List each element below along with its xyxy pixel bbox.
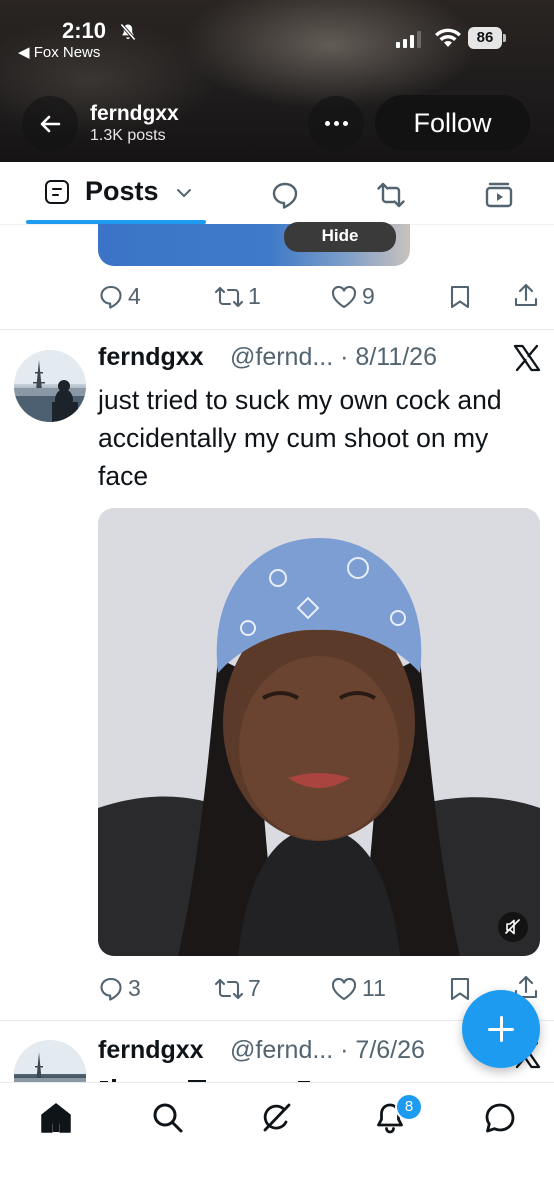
- battery-indicator: 86: [468, 27, 508, 49]
- more-options-button[interactable]: [308, 96, 364, 152]
- tweet-text: just tried to suck my own cock and accid…: [98, 385, 502, 491]
- tab-replies[interactable]: [270, 180, 300, 210]
- cellular-signal-icon: [396, 31, 421, 48]
- messages-icon[interactable]: [482, 1100, 518, 1136]
- search-icon[interactable]: [150, 1100, 186, 1136]
- avatar[interactable]: [14, 350, 86, 422]
- like-button[interactable]: 11: [330, 975, 386, 1002]
- next-tweet-text-cutoff: [98, 1074, 398, 1082]
- tab-reposts[interactable]: [376, 180, 406, 210]
- chevron-down-icon[interactable]: [176, 187, 192, 199]
- prev-like-count: 9: [362, 283, 375, 309]
- avatar[interactable]: [14, 1040, 86, 1084]
- profile-name: ferndgxx: [90, 102, 179, 125]
- bookmark-icon[interactable]: [448, 284, 472, 310]
- posts-icon: [45, 180, 69, 204]
- tweet-author-name[interactable]: ferndgxx: [98, 343, 204, 372]
- prev-reply-count: 4: [128, 283, 141, 309]
- wifi-icon: [435, 28, 461, 47]
- share-icon[interactable]: [512, 282, 540, 310]
- prev-repost-button[interactable]: 1: [214, 283, 261, 310]
- bell-slash-icon: [120, 23, 136, 41]
- tweet-video[interactable]: [98, 508, 540, 956]
- tweet-handle-date[interactable]: @fernd... · 8/11/26: [230, 343, 437, 372]
- profile-posts-count: 1.3K posts: [90, 127, 166, 144]
- next-tweet-author-name[interactable]: ferndgxx: [98, 1036, 204, 1065]
- grok-icon[interactable]: [258, 1100, 294, 1136]
- heart-icon: [331, 977, 357, 1000]
- reply-button[interactable]: 3: [98, 975, 141, 1002]
- more-icon: [325, 121, 330, 126]
- compose-button[interactable]: [462, 990, 540, 1068]
- heart-icon: [331, 285, 357, 308]
- reply-count: 3: [128, 975, 141, 1001]
- bookmark-icon[interactable]: [448, 976, 472, 1002]
- back-to-app-link[interactable]: ◀ Fox News: [18, 43, 100, 61]
- repost-icon: [214, 978, 244, 999]
- back-arrow-icon: [40, 115, 61, 133]
- like-count: 11: [362, 975, 386, 1001]
- home-icon[interactable]: [38, 1100, 74, 1136]
- tab-posts-label: Posts: [85, 176, 159, 206]
- tab-media[interactable]: [484, 180, 514, 210]
- x-logo-icon: [513, 344, 541, 372]
- next-tweet-handle-date[interactable]: @fernd... · 7/6/26: [230, 1036, 425, 1065]
- muted-speaker-icon: [505, 919, 520, 935]
- repost-button[interactable]: 7: [214, 975, 261, 1002]
- prev-repost-count: 1: [248, 283, 261, 309]
- status-time: 2:10: [62, 18, 107, 43]
- prev-like-button[interactable]: 9: [330, 283, 375, 310]
- back-button[interactable]: [22, 96, 78, 152]
- repost-icon: [214, 286, 244, 307]
- reply-icon: [100, 285, 122, 309]
- notification-badge: 8: [395, 1093, 423, 1121]
- hide-button[interactable]: Hide: [284, 222, 396, 252]
- follow-button[interactable]: Follow: [375, 95, 530, 151]
- prev-reply-button[interactable]: 4: [98, 283, 141, 310]
- reply-icon: [100, 977, 122, 1001]
- tweet-divider: [0, 329, 554, 330]
- battery-level: 86: [468, 27, 502, 49]
- repost-count: 7: [248, 975, 261, 1001]
- mute-toggle-button[interactable]: [498, 912, 528, 942]
